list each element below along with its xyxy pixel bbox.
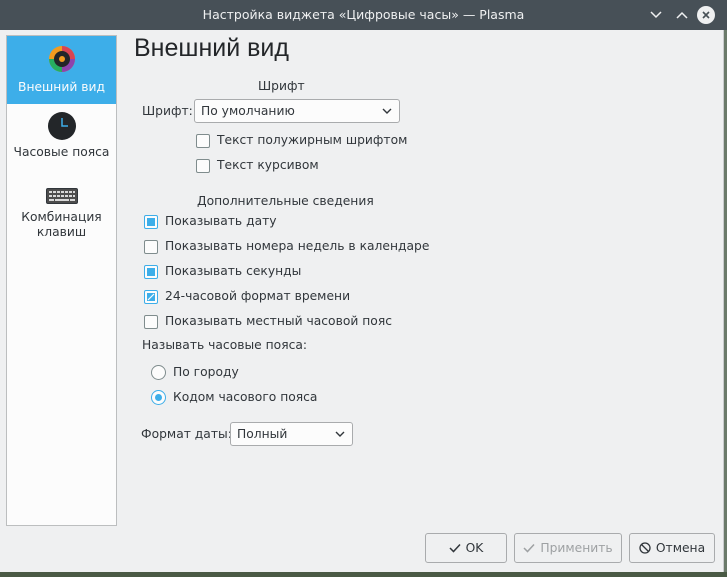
bold-label[interactable]: Текст полужирным шрифтом <box>217 133 407 147</box>
window-titlebar[interactable]: Настройка виджета «Цифровые часы» — Plas… <box>0 0 727 30</box>
info-section-title: Дополнительные сведения <box>197 194 374 208</box>
close-icon <box>702 11 710 19</box>
minimize-button[interactable] <box>646 6 666 24</box>
chevron-down-icon <box>382 108 392 114</box>
sidebar-item-appearance[interactable]: Внешний вид <box>7 36 116 104</box>
checkmark-icon <box>523 543 535 553</box>
keyboard-icon <box>45 188 78 204</box>
sidebar-item-label: Внешний вид <box>18 80 105 94</box>
sidebar-item-label-line1: Комбинация <box>21 210 102 224</box>
by-city-radio[interactable] <box>151 365 166 380</box>
cancel-button[interactable]: Отмена <box>629 533 715 563</box>
font-label: Шрифт: <box>142 104 193 118</box>
show-week-numbers-checkbox[interactable] <box>144 240 158 254</box>
date-format-select[interactable]: Полный <box>230 422 353 446</box>
sidebar-item-timezones[interactable]: Часовые пояса <box>7 111 116 171</box>
window-title: Настройка виджета «Цифровые часы» — Plas… <box>202 7 525 22</box>
apply-button-label: Применить <box>540 541 613 555</box>
partial-check-icon <box>147 293 155 301</box>
tz-naming-label: Называть часовые пояса: <box>142 338 308 352</box>
by-city-label[interactable]: По городу <box>173 365 239 379</box>
sidebar-item-label: Часовые пояса <box>13 145 110 159</box>
date-format-label: Формат даты: <box>141 427 232 441</box>
format-24h-checkbox[interactable] <box>144 290 158 304</box>
sidebar-item-label-line2: клавиш <box>36 225 87 239</box>
by-code-label[interactable]: Кодом часового пояса <box>173 390 317 404</box>
page-title: Внешний вид <box>134 34 289 62</box>
show-local-tz-label[interactable]: Показывать местный часовой пояс <box>165 314 392 328</box>
ok-button-label: OK <box>465 541 484 555</box>
date-format-value: Полный <box>237 427 288 441</box>
cancel-button-label: Отмена <box>655 541 706 555</box>
sidebar-item-shortcuts[interactable]: Комбинация клавиш <box>7 181 116 253</box>
checkmark-icon <box>449 543 461 553</box>
show-date-checkbox[interactable] <box>144 215 158 229</box>
desktop-edge-bottom <box>0 572 727 577</box>
show-week-numbers-label[interactable]: Показывать номера недель в календаре <box>165 239 429 253</box>
close-window-button[interactable] <box>697 6 715 24</box>
font-select-value: По умолчанию <box>201 104 295 118</box>
show-date-label[interactable]: Показывать дату <box>165 214 277 228</box>
format-24h-label[interactable]: 24-часовой формат времени <box>165 289 350 303</box>
category-sidebar: Внешний вид Часовые пояса Комбинация кла… <box>6 35 117 526</box>
chevron-up-icon <box>676 11 688 19</box>
bold-checkbox[interactable] <box>196 134 210 148</box>
clock-icon <box>47 112 76 140</box>
italic-checkbox[interactable] <box>196 159 210 173</box>
show-seconds-label[interactable]: Показывать секунды <box>165 264 301 278</box>
appearance-color-wheel-icon <box>48 46 75 72</box>
ok-button[interactable]: OK <box>425 533 507 563</box>
maximize-button[interactable] <box>672 6 692 24</box>
show-local-tz-checkbox[interactable] <box>144 315 158 329</box>
show-seconds-checkbox[interactable] <box>144 265 158 279</box>
chevron-down-icon <box>335 431 345 437</box>
by-code-radio[interactable] <box>151 390 166 405</box>
font-section-title: Шрифт <box>258 79 305 93</box>
settings-dialog: Внешний вид Часовые пояса Комбинация кла… <box>0 30 724 572</box>
font-select[interactable]: По умолчанию <box>194 99 400 123</box>
cancel-icon <box>639 542 651 554</box>
apply-button[interactable]: Применить <box>514 533 622 563</box>
chevron-down-icon <box>650 11 662 19</box>
italic-label[interactable]: Текст курсивом <box>217 158 319 172</box>
